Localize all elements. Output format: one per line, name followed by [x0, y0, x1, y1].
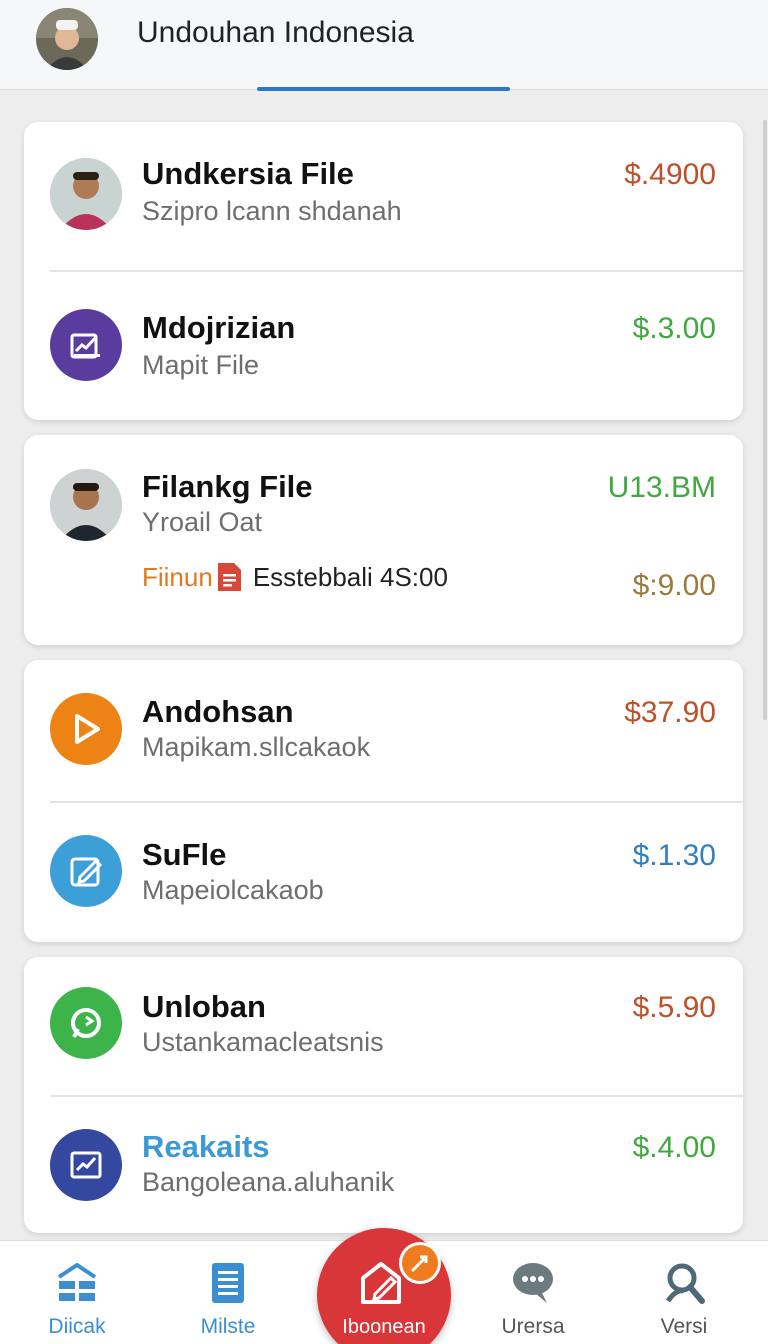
item-name: SuFle: [142, 837, 227, 872]
document-icon: [215, 561, 243, 593]
item-price: $37.90: [624, 696, 716, 729]
item-price: $.1.30: [632, 839, 716, 872]
item-subtitle: Mapit File: [142, 350, 260, 380]
nav-item-urersa[interactable]: Urersa: [473, 1241, 593, 1344]
person-avatar-icon: [50, 469, 122, 541]
person-avatar-icon: [50, 158, 122, 230]
item-subtitle: Ustankamacleatsnis: [142, 1027, 384, 1057]
item-name: Undkersia File: [142, 156, 354, 191]
item-price: $.5.90: [632, 991, 716, 1024]
nav-label: Iboonean: [342, 1316, 426, 1338]
nav-label: Milste: [200, 1315, 256, 1338]
edit-icon: [50, 835, 122, 907]
compose-fab-button[interactable]: Iboonean: [317, 1228, 451, 1344]
app-header: Undouhan Indonesia: [0, 0, 768, 91]
item-name: Reakaits: [142, 1129, 270, 1164]
user-avatar-icon[interactable]: [36, 8, 98, 70]
nav-item-diicak[interactable]: Diicak: [17, 1241, 137, 1344]
search-icon: [660, 1259, 708, 1307]
chart-icon: [50, 1129, 122, 1201]
list-item[interactable]: Unloban Ustankamacleatsnis $.5.90: [24, 957, 743, 1095]
list-item[interactable]: Reakaits Bangoleana.aluhanik $.4.00: [24, 1097, 743, 1233]
scrollbar[interactable]: [763, 120, 767, 720]
item-name: Mdojrizian: [142, 310, 296, 345]
list-item[interactable]: SuFle Mapeiolcakaob $.1.30: [24, 803, 743, 942]
item-price: $.4900: [624, 158, 716, 191]
item-subtitle: Mapikam.sllcakaok: [142, 732, 371, 762]
play-icon: [50, 693, 122, 765]
chat-icon: [509, 1259, 557, 1307]
attachment-text: Esstebbali 4S:00: [252, 561, 448, 592]
nav-label: Versi: [660, 1315, 708, 1338]
active-tab-indicator: [257, 87, 510, 91]
attachment-row[interactable]: Fiinun Esstebbali 4S:00: [142, 561, 448, 593]
item-subtitle: Mapeiolcakaob: [142, 875, 324, 905]
item-price: U13.BM: [607, 471, 716, 504]
nav-item-milste[interactable]: Milste: [168, 1241, 288, 1344]
list-card: Unloban Ustankamacleatsnis $.5.90 Reakai…: [24, 957, 743, 1233]
item-name: Andohsan: [142, 694, 294, 729]
list-icon: [204, 1259, 252, 1307]
item-name: Unloban: [142, 989, 266, 1024]
nav-label: Urersa: [501, 1315, 565, 1338]
list-item[interactable]: Mdojrizian Mapit File $.3.00: [24, 272, 743, 420]
list-item[interactable]: Undkersia File Szipro lcann shdanah $.49…: [24, 122, 743, 270]
item-name: Filankg File: [142, 469, 313, 504]
list-item[interactable]: Filankg File Yroail Oat U13.BM Fiinun Es…: [24, 435, 743, 645]
chart-edit-icon: [50, 309, 122, 381]
item-secondary-price: $:9.00: [632, 569, 716, 602]
page-title: Undouhan Indonesia: [137, 16, 414, 49]
attachment-label: Fiinun: [142, 561, 213, 592]
grid-home-icon: [53, 1259, 101, 1307]
item-subtitle: Szipro lcann shdanah: [142, 196, 402, 226]
refresh-chat-icon: [50, 987, 122, 1059]
pen-badge-icon: [399, 1242, 441, 1284]
item-subtitle: Bangoleana.aluhanik: [142, 1167, 395, 1197]
list-item[interactable]: Andohsan Mapikam.sllcakaok $37.90: [24, 660, 743, 802]
list-card: Undkersia File Szipro lcann shdanah $.49…: [24, 122, 743, 420]
nav-item-versi[interactable]: Versi: [624, 1241, 744, 1344]
list-card: Andohsan Mapikam.sllcakaok $37.90 SuFle …: [24, 660, 743, 942]
nav-label: Diicak: [48, 1315, 106, 1338]
item-price: $.4.00: [632, 1131, 716, 1164]
item-price: $.3.00: [632, 312, 716, 345]
list-card: Filankg File Yroail Oat U13.BM Fiinun Es…: [24, 435, 743, 645]
item-subtitle: Yroail Oat: [142, 507, 263, 537]
